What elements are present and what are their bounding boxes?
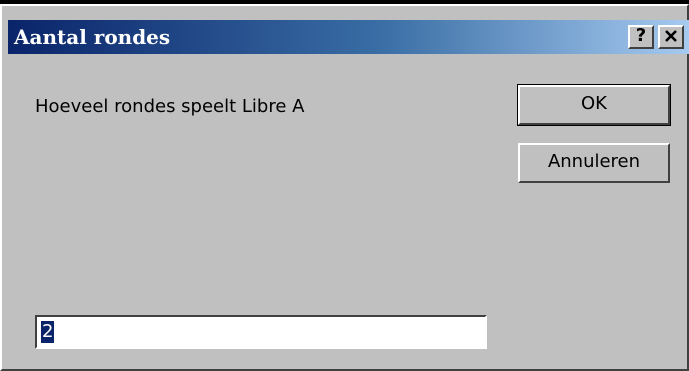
prompt-label: Hoeveel rondes speelt Libre A: [35, 96, 305, 117]
input-dialog: Aantal rondes ? Hoeveel rondes speelt Li…: [0, 4, 689, 371]
cancel-button[interactable]: Annuleren: [518, 143, 670, 183]
close-button[interactable]: [658, 25, 684, 49]
close-icon: [665, 30, 677, 42]
help-icon: ?: [635, 25, 647, 46]
help-button[interactable]: ?: [628, 25, 654, 49]
ok-button[interactable]: OK: [517, 84, 671, 126]
rounds-input[interactable]: 2: [35, 315, 487, 349]
rounds-input-value: 2: [41, 321, 55, 343]
window-title: Aantal rondes: [14, 25, 171, 49]
title-bar[interactable]: Aantal rondes ?: [8, 20, 689, 54]
